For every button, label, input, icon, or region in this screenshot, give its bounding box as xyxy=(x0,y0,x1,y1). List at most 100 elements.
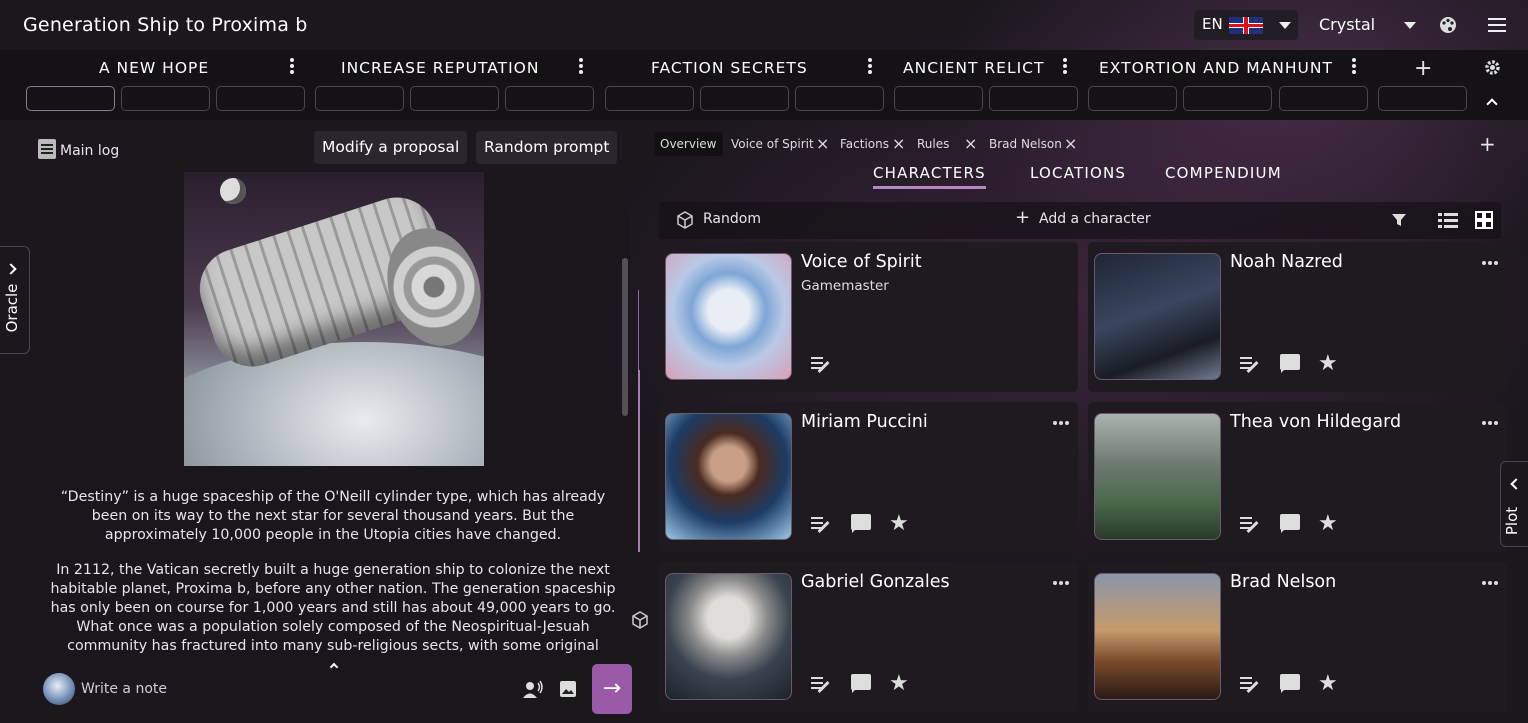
chat-icon[interactable] xyxy=(849,672,873,696)
gear-icon[interactable] xyxy=(1484,59,1501,80)
plot-menu-icon[interactable] xyxy=(578,58,584,76)
plot-slot[interactable] xyxy=(989,86,1078,111)
edit-icon[interactable] xyxy=(1238,672,1262,696)
plot-slot[interactable] xyxy=(1088,86,1177,111)
character-card[interactable]: Miriam Puccini ★ xyxy=(659,402,1078,552)
hamburger-menu-icon[interactable] xyxy=(1488,18,1506,36)
more-options-icon[interactable] xyxy=(1482,410,1500,425)
plot-title-faction-secrets[interactable]: FACTION SECRETS xyxy=(651,59,808,77)
star-icon[interactable]: ★ xyxy=(889,672,913,696)
plot-tab[interactable]: Plot xyxy=(1500,461,1528,547)
close-icon[interactable]: × xyxy=(816,132,829,156)
plot-menu-icon[interactable] xyxy=(867,58,873,76)
plot-title-a-new-hope[interactable]: A NEW HOPE xyxy=(99,59,209,77)
tab-characters[interactable]: CHARACTERS xyxy=(873,164,986,189)
grid-view-icon[interactable] xyxy=(1475,211,1493,233)
plot-slot[interactable] xyxy=(605,86,694,111)
add-character-button[interactable]: Add a character xyxy=(1039,211,1151,227)
log-text: “Destiny” is a huge spaceship of the O'N… xyxy=(48,488,618,662)
plot-menu-icon[interactable] xyxy=(289,58,295,76)
image-icon[interactable] xyxy=(559,680,577,702)
close-icon[interactable]: × xyxy=(892,132,905,156)
tab-brad-nelson[interactable]: Brad Nelson xyxy=(989,132,1062,156)
tab-factions[interactable]: Factions xyxy=(840,132,889,156)
modify-proposal-button[interactable]: Modify a proposal xyxy=(314,131,468,164)
random-character-button[interactable]: Random xyxy=(703,211,761,227)
character-card[interactable]: Gabriel Gonzales ★ xyxy=(659,562,1078,712)
more-options-icon[interactable] xyxy=(1053,570,1071,585)
plot-slot[interactable] xyxy=(894,86,983,111)
avatar xyxy=(43,673,75,705)
edit-icon[interactable] xyxy=(1238,352,1262,376)
note-input[interactable] xyxy=(81,681,501,697)
plot-slot[interactable] xyxy=(216,86,305,111)
scrollbar-thumb[interactable] xyxy=(622,258,628,416)
edit-icon[interactable] xyxy=(809,352,833,376)
app-title: Generation Ship to Proxima b xyxy=(23,14,308,36)
send-button[interactable]: → xyxy=(592,664,632,714)
chat-icon[interactable] xyxy=(1278,512,1302,536)
panel-divider-handle[interactable] xyxy=(638,370,640,552)
plot-slot[interactable] xyxy=(1279,86,1368,111)
character-name: Brad Nelson xyxy=(1230,572,1337,592)
plot-title-extortion-and-manhunt[interactable]: EXTORTION AND MANHUNT xyxy=(1099,59,1333,77)
star-icon[interactable]: ★ xyxy=(889,512,913,536)
plus-icon[interactable]: + xyxy=(1015,207,1030,228)
character-card[interactable]: Brad Nelson ★ xyxy=(1088,562,1507,712)
chat-icon[interactable] xyxy=(1278,672,1302,696)
tab-compendium[interactable]: COMPENDIUM xyxy=(1165,164,1282,182)
dice-icon[interactable] xyxy=(675,210,695,234)
tab-overview[interactable]: Overview xyxy=(654,132,723,156)
add-tab-icon[interactable]: + xyxy=(1479,134,1496,154)
chat-icon[interactable] xyxy=(849,512,873,536)
user-menu[interactable]: Crystal xyxy=(1319,15,1375,34)
plot-slot[interactable] xyxy=(1378,86,1467,111)
star-icon[interactable]: ★ xyxy=(1318,512,1342,536)
close-icon[interactable]: × xyxy=(1064,132,1077,156)
plot-slot[interactable] xyxy=(121,86,210,111)
plot-slot[interactable] xyxy=(795,86,884,111)
plot-menu-icon[interactable] xyxy=(1062,58,1068,76)
palette-icon[interactable] xyxy=(1439,16,1457,38)
note-bar: → xyxy=(30,662,634,714)
edit-icon[interactable] xyxy=(809,672,833,696)
plot-slot[interactable] xyxy=(505,86,594,111)
tab-voice-of-spirit[interactable]: Voice of Spirit xyxy=(731,132,814,156)
plot-slot[interactable] xyxy=(26,86,115,111)
chevron-up-icon[interactable] xyxy=(1486,98,1498,110)
chat-icon[interactable] xyxy=(1278,352,1302,376)
list-view-icon[interactable] xyxy=(1438,213,1458,232)
edit-icon[interactable] xyxy=(809,512,833,536)
more-options-icon[interactable] xyxy=(1482,570,1500,585)
character-card[interactable]: Voice of Spirit Gamemaster xyxy=(659,242,1078,392)
more-options-icon[interactable] xyxy=(1482,250,1500,265)
voice-icon[interactable] xyxy=(523,680,543,702)
character-card[interactable]: Thea von Hildegard ★ xyxy=(1088,402,1507,552)
main-log-tab[interactable]: Main log xyxy=(38,139,119,159)
spaceship-image xyxy=(184,172,484,466)
star-icon[interactable]: ★ xyxy=(1318,352,1342,376)
plot-slot[interactable] xyxy=(315,86,404,111)
character-card[interactable]: Noah Nazred ★ xyxy=(1088,242,1507,392)
tab-locations[interactable]: LOCATIONS xyxy=(1030,164,1126,182)
edit-icon[interactable] xyxy=(1238,512,1262,536)
dice-icon[interactable] xyxy=(626,610,654,638)
plot-title-ancient-relict[interactable]: ANCIENT RELICT xyxy=(903,59,1044,77)
chevron-down-icon[interactable] xyxy=(1404,22,1416,29)
plot-slot[interactable] xyxy=(1183,86,1272,111)
plot-menu-icon[interactable] xyxy=(1351,58,1357,76)
language-selector[interactable]: EN xyxy=(1194,10,1298,40)
more-options-icon[interactable] xyxy=(1053,410,1071,425)
tab-rules[interactable]: Rules xyxy=(917,132,949,156)
filter-icon[interactable] xyxy=(1391,212,1407,232)
close-icon[interactable]: × xyxy=(964,132,977,156)
character-portrait xyxy=(1094,253,1221,380)
plot-slot[interactable] xyxy=(700,86,789,111)
random-prompt-button[interactable]: Random prompt xyxy=(476,131,618,164)
log-content[interactable]: “Destiny” is a huge spaceship of the O'N… xyxy=(30,172,630,662)
plot-title-increase-reputation[interactable]: INCREASE REPUTATION xyxy=(341,59,539,77)
oracle-tab[interactable]: Oracle xyxy=(0,246,30,354)
add-plot-icon[interactable]: + xyxy=(1414,58,1432,80)
plot-slot[interactable] xyxy=(410,86,499,111)
star-icon[interactable]: ★ xyxy=(1318,672,1342,696)
